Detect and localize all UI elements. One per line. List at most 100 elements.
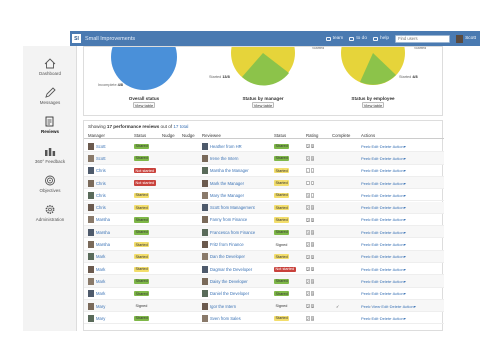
manager-name[interactable]: Mark	[96, 291, 105, 296]
edit-link[interactable]: Edit	[371, 230, 378, 235]
edit-link[interactable]: Edit	[371, 217, 378, 222]
edit-link[interactable]: Edit	[371, 168, 378, 173]
edit-link[interactable]: Edit	[371, 291, 378, 296]
peek-link[interactable]: Peek	[361, 279, 370, 284]
manager-name[interactable]: Mark	[96, 254, 105, 259]
manager-name[interactable]: Chris	[96, 168, 106, 173]
delete-link[interactable]: Delete	[380, 254, 392, 259]
manager-name[interactable]: Mary	[96, 304, 105, 309]
col-rating[interactable]: Rating	[306, 133, 318, 138]
manager-name[interactable]: Chris	[96, 193, 106, 198]
peek-link[interactable]: Peek	[361, 217, 370, 222]
peek-link[interactable]: Peek	[361, 144, 370, 149]
reviewee-name[interactable]: Marsha the Manager	[210, 168, 249, 173]
sidebar-item-objectives[interactable]: Objectives	[23, 175, 77, 205]
col-reviewee[interactable]: Reviewee	[202, 133, 221, 138]
user-menu[interactable]: Scott	[456, 34, 476, 43]
peek-link[interactable]: Peek	[361, 254, 370, 259]
col-status-2[interactable]: Status	[274, 133, 286, 138]
action-menu[interactable]: Action	[393, 168, 404, 173]
reviewee-name[interactable]: Igor the Intern	[210, 304, 236, 309]
action-menu[interactable]: Action	[393, 181, 404, 186]
action-menu[interactable]: Action	[403, 304, 414, 309]
edit-link[interactable]: Edit	[371, 181, 378, 186]
search-input[interactable]	[395, 34, 451, 43]
edit-link[interactable]: Edit	[381, 304, 388, 309]
action-menu[interactable]: Action	[393, 205, 404, 210]
peek-link[interactable]: Peek	[361, 181, 370, 186]
delete-link[interactable]: Delete	[380, 267, 392, 272]
sidebar-item-dashboard[interactable]: Dashboard	[23, 58, 77, 88]
employee-view-table-button[interactable]: View table	[362, 102, 384, 108]
delete-link[interactable]: Delete	[380, 279, 392, 284]
edit-link[interactable]: Edit	[371, 193, 378, 198]
col-manager[interactable]: Manager	[88, 133, 105, 138]
manager-name[interactable]: Mark	[96, 267, 105, 272]
peek-link[interactable]: Peek	[361, 304, 370, 309]
delete-link[interactable]: Delete	[380, 316, 392, 321]
reviewee-name[interactable]: Dan the Developer	[210, 254, 245, 259]
peek-link[interactable]: Peek	[361, 267, 370, 272]
sidebar-item-messages[interactable]: Messages	[23, 87, 77, 117]
action-menu[interactable]: Action	[393, 156, 404, 161]
manager-view-table-button[interactable]: View table	[252, 102, 274, 108]
delete-link[interactable]: Delete	[380, 242, 392, 247]
view-link[interactable]: View	[371, 304, 380, 309]
action-menu[interactable]: Action	[393, 254, 404, 259]
delete-link[interactable]: Delete	[380, 230, 392, 235]
manager-name[interactable]: Chris	[96, 205, 106, 210]
count-total-link[interactable]: 17 total	[173, 124, 188, 129]
app-title[interactable]: Small Improvements	[85, 36, 135, 42]
nav-team[interactable]: team	[325, 36, 343, 41]
reviewee-name[interactable]: Francesca from Finance	[210, 230, 255, 235]
edit-link[interactable]: Edit	[371, 279, 378, 284]
manager-name[interactable]: Scott	[96, 156, 106, 161]
manager-name[interactable]: Chris	[96, 181, 106, 186]
delete-link[interactable]: Delete	[380, 193, 392, 198]
peek-link[interactable]: Peek	[361, 291, 370, 296]
manager-name[interactable]: Scott	[96, 144, 106, 149]
action-menu[interactable]: Action	[393, 193, 404, 198]
manager-name[interactable]: Mark	[96, 279, 105, 284]
reviewee-name[interactable]: Daniel the Developer	[210, 291, 249, 296]
action-menu[interactable]: Action	[393, 144, 404, 149]
manager-name[interactable]: Mary	[96, 316, 105, 321]
edit-link[interactable]: Edit	[371, 316, 378, 321]
action-menu[interactable]: Action	[393, 267, 404, 272]
peek-link[interactable]: Peek	[361, 156, 370, 161]
action-menu[interactable]: Action	[393, 316, 404, 321]
sidebar-item-360-feedback[interactable]: 360° Feedback	[23, 146, 77, 176]
action-menu[interactable]: Action	[393, 279, 404, 284]
delete-link[interactable]: Delete	[380, 144, 392, 149]
action-menu[interactable]: Action	[393, 217, 404, 222]
reviewee-name[interactable]: Heather from HR	[210, 144, 242, 149]
nav-help[interactable]: help	[372, 36, 389, 41]
manager-name[interactable]: Marsha	[96, 217, 110, 222]
reviewee-name[interactable]: Scott from Management	[210, 205, 255, 210]
edit-link[interactable]: Edit	[371, 242, 378, 247]
reviewee-name[interactable]: Dagmar the Developer	[210, 267, 252, 272]
delete-link[interactable]: Delete	[390, 304, 402, 309]
peek-link[interactable]: Peek	[361, 205, 370, 210]
edit-link[interactable]: Edit	[371, 156, 378, 161]
delete-link[interactable]: Delete	[380, 217, 392, 222]
peek-link[interactable]: Peek	[361, 242, 370, 247]
overall-view-table-button[interactable]: View table	[133, 102, 155, 108]
action-menu[interactable]: Action	[393, 242, 404, 247]
reviewee-name[interactable]: Mark the Manager	[210, 181, 244, 186]
delete-link[interactable]: Delete	[380, 168, 392, 173]
edit-link[interactable]: Edit	[371, 205, 378, 210]
manager-name[interactable]: Marsha	[96, 230, 110, 235]
peek-link[interactable]: Peek	[361, 193, 370, 198]
edit-link[interactable]: Edit	[371, 254, 378, 259]
delete-link[interactable]: Delete	[380, 205, 392, 210]
reviewee-name[interactable]: Daisy the Developer	[210, 279, 248, 284]
delete-link[interactable]: Delete	[380, 181, 392, 186]
peek-link[interactable]: Peek	[361, 316, 370, 321]
reviewee-name[interactable]: Mary the Manager	[210, 193, 244, 198]
peek-link[interactable]: Peek	[361, 168, 370, 173]
reviewee-name[interactable]: Irene the Intern	[210, 156, 238, 161]
edit-link[interactable]: Edit	[371, 144, 378, 149]
sidebar-item-administration[interactable]: Administration	[23, 204, 77, 234]
action-menu[interactable]: Action	[393, 230, 404, 235]
